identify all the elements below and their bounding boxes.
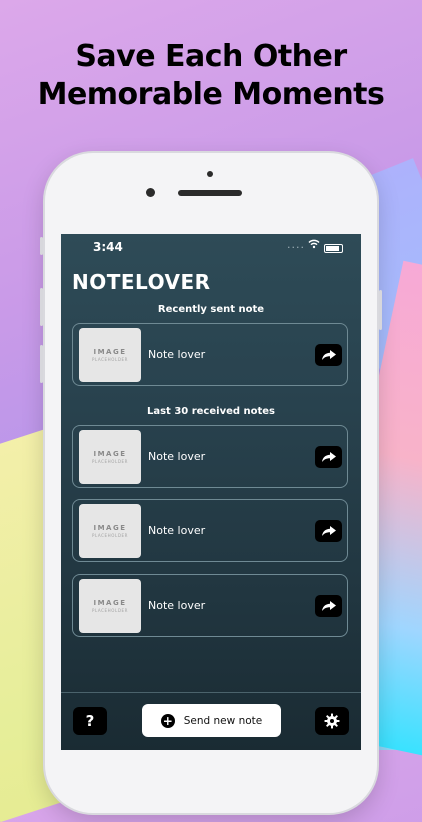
volume-down-button	[40, 345, 43, 383]
note-image-placeholder: IMAGE PLACEHOLDER	[79, 504, 141, 558]
share-button[interactable]	[315, 595, 342, 617]
promo-headline-line2: Memorable Moments	[37, 77, 385, 112]
recent-note-card[interactable]: IMAGE PLACEHOLDER Note lover	[72, 323, 348, 386]
placeholder-subtext: PLACEHOLDER	[91, 608, 129, 613]
volume-up-button	[40, 288, 43, 326]
placeholder-text: IMAGE	[93, 450, 127, 458]
power-button	[379, 290, 382, 330]
note-label: Note lover	[148, 348, 206, 361]
note-image-placeholder: IMAGE PLACEHOLDER	[79, 430, 141, 484]
app-screen: 3:44 .... NOTELOVER Recently sent note I…	[61, 234, 361, 750]
received-note-card[interactable]: IMAGE PLACEHOLDER Note lover	[72, 499, 348, 562]
app-title: NOTELOVER	[72, 270, 211, 294]
note-label: Note lover	[148, 524, 206, 537]
settings-button[interactable]	[315, 707, 349, 735]
note-image-placeholder: IMAGE PLACEHOLDER	[79, 328, 141, 382]
signal-icon: ....	[287, 238, 305, 251]
note-label: Note lover	[148, 599, 206, 612]
gear-icon	[324, 713, 340, 729]
plus-circle-icon: +	[160, 713, 175, 728]
received-note-card[interactable]: IMAGE PLACEHOLDER Note lover	[72, 425, 348, 488]
send-new-note-button[interactable]: + Send new note	[142, 704, 281, 737]
placeholder-subtext: PLACEHOLDER	[91, 533, 129, 538]
received-section-title: Last 30 received notes	[146, 406, 276, 417]
proximity-sensor	[207, 171, 213, 177]
share-button[interactable]	[315, 520, 342, 542]
send-new-note-label: Send new note	[183, 714, 263, 727]
placeholder-text: IMAGE	[93, 524, 127, 532]
status-time: 3:44	[93, 240, 123, 254]
placeholder-subtext: PLACEHOLDER	[91, 357, 129, 362]
mute-switch	[40, 237, 43, 255]
battery-icon	[324, 244, 343, 253]
note-label: Note lover	[148, 450, 206, 463]
earpiece-speaker	[178, 190, 242, 196]
received-note-card[interactable]: IMAGE PLACEHOLDER Note lover	[72, 574, 348, 637]
share-icon	[321, 452, 336, 462]
share-button[interactable]	[315, 446, 342, 468]
status-bar: 3:44 ....	[61, 234, 361, 262]
placeholder-subtext: PLACEHOLDER	[91, 459, 129, 464]
wifi-icon	[308, 239, 320, 252]
bottom-toolbar: ? + Send new note	[61, 692, 361, 750]
share-icon	[321, 526, 336, 536]
help-button[interactable]: ?	[73, 707, 107, 735]
promo-headline: Save Each Other Memorable Moments	[0, 38, 422, 114]
note-image-placeholder: IMAGE PLACEHOLDER	[79, 579, 141, 633]
placeholder-text: IMAGE	[93, 599, 127, 607]
share-button[interactable]	[315, 344, 342, 366]
front-camera	[146, 188, 155, 197]
share-icon	[321, 350, 336, 360]
recent-section-title: Recently sent note	[157, 304, 265, 315]
placeholder-text: IMAGE	[93, 348, 127, 356]
promo-headline-line1: Save Each Other	[75, 39, 347, 74]
help-icon: ?	[85, 712, 95, 730]
share-icon	[321, 601, 336, 611]
